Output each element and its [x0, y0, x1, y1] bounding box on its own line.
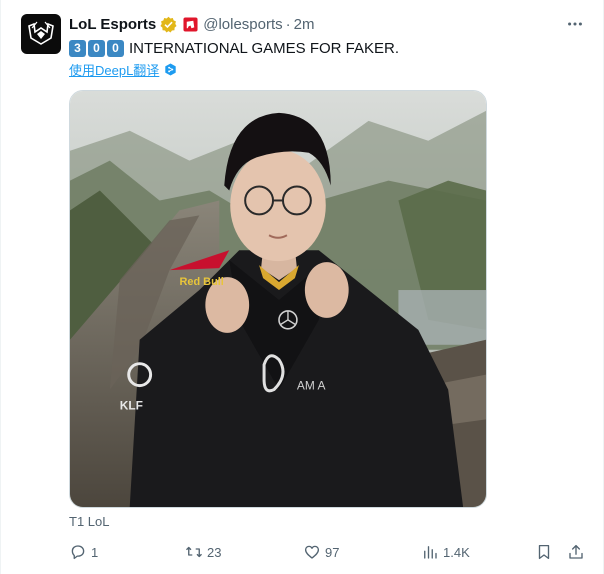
more-dots-icon — [568, 22, 582, 26]
keycap-digit-3: 3 — [69, 39, 86, 57]
tweet-header: LoL Esports @lolesports · 2m — [69, 14, 315, 34]
photo-faker-portrait: Red Bull AM A KLF — [70, 91, 486, 507]
action-bar: 1 23 97 1.4K — [69, 540, 587, 564]
separator-dot: · — [285, 15, 291, 33]
more-options-button[interactable] — [565, 14, 585, 34]
retweet-icon — [186, 546, 202, 558]
reply-count: 1 — [91, 544, 99, 560]
tweet-card: LoL Esports @lolesports · 2m 3 0 0 INTER… — [0, 0, 604, 574]
translate-row: 使用DeepL翻译 — [69, 60, 177, 79]
keycap-digit-0: 0 — [107, 39, 124, 57]
bookmark-button[interactable] — [535, 540, 553, 564]
keycap-digit-0: 0 — [88, 39, 105, 57]
reply-button[interactable]: 1 — [69, 540, 98, 564]
like-button[interactable]: 97 — [303, 540, 339, 564]
views-count: 1.4K — [443, 544, 470, 560]
tweet-photo[interactable]: Red Bull AM A KLF — [69, 90, 487, 508]
tweet-body-text: INTERNATIONAL GAMES FOR FAKER. — [129, 39, 400, 57]
share-icon — [569, 544, 583, 559]
riot-affiliate-icon[interactable] — [183, 16, 198, 32]
svg-text:KLF: KLF — [120, 398, 143, 412]
lol-esports-logo — [28, 21, 54, 45]
reply-icon — [71, 545, 85, 560]
deepl-icon — [165, 62, 177, 76]
heart-icon — [304, 545, 320, 559]
avatar[interactable] — [21, 14, 61, 54]
retweet-button[interactable]: 23 — [185, 540, 221, 564]
timestamp[interactable]: 2m — [294, 16, 315, 33]
like-count: 97 — [325, 544, 340, 560]
media-caption[interactable]: T1 LoL — [69, 514, 109, 529]
author-handle[interactable]: @lolesports — [203, 16, 282, 33]
svg-text:AM A: AM A — [297, 379, 326, 393]
tweet-text: 3 0 0 INTERNATIONAL GAMES FOR FAKER. — [69, 38, 399, 58]
analytics-icon — [424, 546, 437, 559]
share-button[interactable] — [567, 540, 585, 564]
retweet-count: 23 — [207, 544, 222, 560]
gold-verified-badge-icon[interactable] — [160, 16, 177, 33]
translate-link[interactable]: 使用DeepL翻译 — [69, 60, 159, 79]
svg-text:Red Bull: Red Bull — [179, 276, 223, 288]
views-button[interactable]: 1.4K — [421, 540, 470, 564]
bookmark-icon — [538, 544, 550, 560]
author-name[interactable]: LoL Esports — [69, 16, 156, 33]
